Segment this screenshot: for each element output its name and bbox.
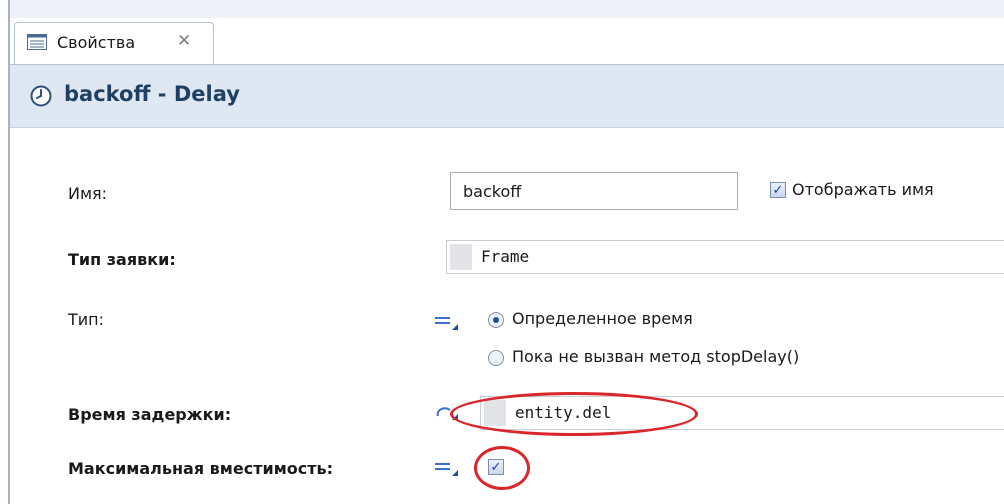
agent-type-value: Frame xyxy=(481,247,530,266)
delay-time-label: Время задержки: xyxy=(68,405,232,424)
name-label: Имя: xyxy=(68,184,108,203)
type-radio-until-stop[interactable] xyxy=(488,350,504,366)
tab-bar: Свойства ✕ xyxy=(10,18,1004,65)
type-option-until-stop: Пока не вызван метод stopDelay() xyxy=(512,347,800,366)
clock-icon xyxy=(30,85,52,107)
field-swatch xyxy=(450,244,472,270)
show-name-label: Отображать имя xyxy=(792,180,934,199)
max-capacity-label: Максимальная вместимость: xyxy=(68,459,334,478)
properties-header: backoff - Delay xyxy=(10,65,1004,128)
page-title: backoff - Delay xyxy=(64,82,240,106)
annotation-ellipse-delay xyxy=(450,392,698,436)
tab-properties[interactable]: Свойства ✕ xyxy=(14,22,214,64)
type-radio-fixed[interactable] xyxy=(488,312,504,328)
check-icon: ✓ xyxy=(772,182,784,198)
type-option-fixed: Определенное время xyxy=(512,309,693,328)
type-label: Тип: xyxy=(68,310,105,329)
agent-type-field[interactable]: Frame xyxy=(446,240,1004,274)
top-strip xyxy=(10,0,1004,18)
close-icon[interactable]: ✕ xyxy=(177,31,191,51)
name-input[interactable] xyxy=(450,172,738,210)
agent-type-label: Тип заявки: xyxy=(68,250,176,269)
properties-icon xyxy=(27,34,47,50)
static-value-icon[interactable] xyxy=(434,458,460,478)
static-value-icon[interactable] xyxy=(434,312,460,332)
show-name-checkbox[interactable]: ✓ xyxy=(770,182,786,198)
annotation-ellipse-capacity xyxy=(474,446,530,490)
tab-label: Свойства xyxy=(57,33,136,52)
